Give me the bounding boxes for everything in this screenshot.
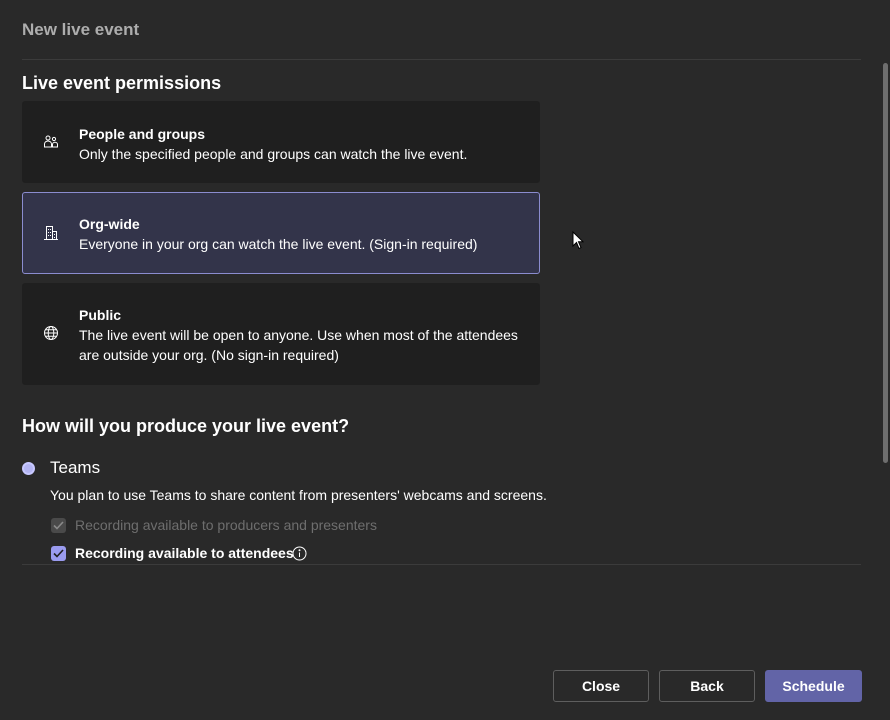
scrollbar-thumb[interactable] — [883, 63, 888, 463]
option-title: Org-wide — [79, 216, 140, 232]
close-button[interactable]: Close — [553, 670, 649, 702]
header-divider — [22, 59, 861, 60]
permissions-heading: Live event permissions — [22, 73, 222, 93]
permission-option-org-wide[interactable]: Org-wide Everyone in your org can watch … — [22, 192, 540, 274]
globe-icon — [42, 324, 60, 342]
building-icon — [42, 224, 60, 242]
dialog-title: New live event — [22, 20, 140, 39]
option-title: People and groups — [79, 126, 206, 142]
teams-description: You plan to use Teams to share content f… — [50, 487, 547, 503]
info-icon[interactable] — [292, 546, 307, 561]
mouse-cursor-icon — [572, 231, 584, 250]
checkmark-icon — [53, 549, 64, 558]
permission-option-people-and-groups[interactable]: People and groups Only the specified peo… — [22, 101, 540, 183]
teams-radio[interactable] — [22, 462, 35, 475]
footer-divider — [22, 564, 861, 565]
option-description: The live event will be open to anyone. U… — [79, 327, 518, 363]
option-description: Only the specified people and groups can… — [79, 146, 468, 162]
checkmark-icon — [53, 521, 64, 530]
producers-recording-label: Recording available to producers and pre… — [75, 517, 377, 533]
option-description: Everyone in your org can watch the live … — [79, 236, 478, 252]
schedule-button[interactable]: Schedule — [765, 670, 862, 702]
option-title: Public — [79, 307, 122, 323]
back-button[interactable]: Back — [659, 670, 755, 702]
attendees-recording-label[interactable]: Recording available to attendees — [75, 545, 294, 561]
people-icon — [42, 133, 60, 151]
producers-recording-checkbox — [51, 518, 66, 533]
production-heading: How will you produce your live event? — [22, 416, 350, 436]
teams-radio-label[interactable]: Teams — [50, 458, 100, 478]
permission-option-public[interactable]: Public The live event will be open to an… — [22, 283, 540, 385]
attendees-recording-checkbox[interactable] — [51, 546, 66, 561]
